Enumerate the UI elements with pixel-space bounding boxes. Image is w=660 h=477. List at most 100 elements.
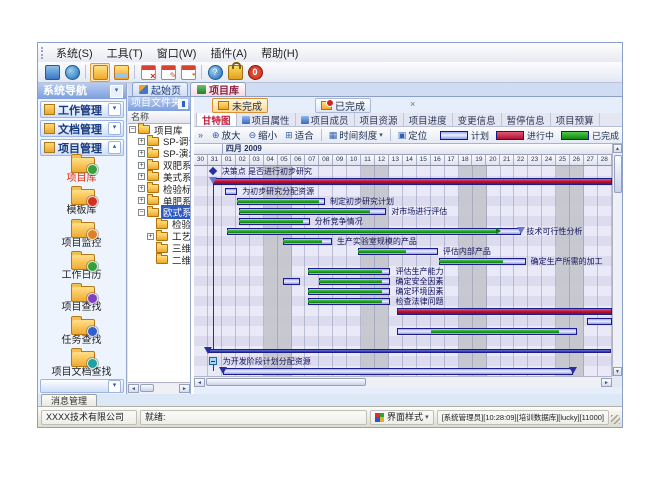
cal-x-button[interactable] (139, 64, 157, 81)
collapse-icon[interactable]: − (138, 209, 145, 216)
task-bar-7[interactable] (283, 238, 332, 245)
task-bar-15[interactable] (397, 308, 612, 315)
folder-open-button[interactable] (90, 63, 110, 82)
menu-item-2[interactable]: 窗口(W) (150, 44, 204, 62)
gantt-tab-暂停信息[interactable]: 暂停信息 (502, 113, 551, 126)
cal-edit-button[interactable] (159, 64, 177, 81)
task-bar-11[interactable] (283, 278, 300, 285)
gantt-tab-项目进度[interactable]: 项目进度 (404, 113, 453, 126)
sidebar-item-6[interactable]: 项目文档查找 (38, 347, 125, 378)
task-bar-10[interactable] (308, 268, 390, 275)
tree-item-0[interactable]: −项目库 (129, 124, 185, 135)
scroll-thumb[interactable] (614, 155, 622, 193)
sidebar-item-4[interactable]: 项目查找 (38, 282, 125, 313)
sidebar-item-0[interactable]: 项目库 (38, 153, 125, 184)
ui-style-selector[interactable]: 界面样式 ▾ (370, 410, 434, 425)
zoom-in-button[interactable]: ⊕放大 (208, 128, 245, 142)
cal-clock-button[interactable] (179, 64, 197, 81)
task-bar-16[interactable] (587, 318, 612, 325)
tree-item-5[interactable]: +检验标准 (138, 183, 190, 194)
menu-item-3[interactable]: 插件(A) (203, 44, 254, 62)
tree-item-8[interactable]: 检验文件 (147, 219, 190, 230)
sidebar-section-1[interactable]: 文档管理▾ (40, 120, 124, 137)
scroll-right-button[interactable]: ► (601, 378, 612, 387)
tree-item-2[interactable]: +SP-演示机系列 (138, 148, 190, 159)
task-bar-18[interactable] (208, 349, 611, 353)
task-bar-2[interactable] (225, 188, 238, 195)
expand-icon[interactable]: + (138, 138, 145, 145)
task-bar-13[interactable] (308, 288, 390, 295)
tab-项目库[interactable]: 项目库 (190, 82, 246, 96)
lock-button[interactable] (226, 64, 244, 81)
sidebar-collapse-button[interactable]: ▾ (110, 85, 123, 98)
task-bar-17[interactable] (397, 328, 577, 335)
tree-item-10[interactable]: 三维文件 (147, 243, 190, 254)
task-bar-12[interactable] (319, 278, 390, 285)
folder-button[interactable] (112, 64, 130, 81)
sidebar-item-3[interactable]: 工作日历 (38, 250, 125, 281)
task-bar-4[interactable] (239, 208, 387, 215)
tab-起始页[interactable]: 起始页 (132, 82, 188, 96)
monitor-button[interactable] (43, 64, 61, 81)
task-bar-14[interactable] (308, 298, 390, 305)
gantt-hscrollbar[interactable]: ◄► (194, 376, 612, 388)
chevron-down-icon[interactable]: ▾ (108, 122, 121, 135)
sidebar-item-1[interactable]: 模板库 (38, 185, 125, 216)
task-bar-5[interactable] (239, 218, 310, 225)
gantt-tab-项目成员[interactable]: 项目成员 (296, 113, 355, 126)
tree-item-11[interactable]: 二维文件 (147, 254, 190, 265)
scroll-left-button[interactable]: ◄ (194, 378, 205, 387)
expand-icon[interactable]: + (138, 162, 145, 169)
task-bar-3[interactable] (237, 198, 325, 205)
power-button[interactable]: 0 (246, 64, 264, 81)
timescale-button[interactable]: ▦时间刻度▾ (325, 128, 387, 142)
menu-item-0[interactable]: 系统(S) (49, 44, 100, 62)
scroll-right-button[interactable]: ► (179, 384, 190, 393)
filter-已完成[interactable]: 已完成 (315, 98, 371, 113)
tree-item-1[interactable]: +SP-调试机系列 (138, 136, 190, 147)
chevron-down-icon[interactable]: ▾ (108, 103, 121, 116)
tree-item-4[interactable]: +美式系列 (138, 171, 190, 182)
gantt-tab-项目属性[interactable]: 项目属性 (237, 113, 296, 126)
gantt-vscrollbar[interactable]: ▲▼ (612, 144, 622, 376)
tree-item-6[interactable]: +单肥系列 (138, 195, 190, 206)
expand-icon[interactable]: + (147, 233, 154, 240)
filter-未完成[interactable]: 未完成 (212, 98, 268, 113)
globe-button[interactable] (63, 64, 81, 81)
task-bar-20[interactable] (223, 368, 573, 375)
scroll-down-button[interactable]: ▼ (613, 367, 622, 376)
expand-icon[interactable]: + (138, 197, 145, 204)
resize-grip[interactable] (611, 415, 620, 424)
tree-hscrollbar[interactable]: ◄► (128, 382, 190, 394)
sidebar-section-0[interactable]: 工作管理▾ (40, 101, 124, 118)
expand-icon[interactable]: + (138, 185, 145, 192)
gantt-tab-项目预算[interactable]: 项目预算 (551, 113, 600, 126)
expand-icon[interactable]: + (138, 173, 145, 180)
scroll-left-button[interactable]: ◄ (128, 384, 139, 393)
pin-icon[interactable] (178, 99, 188, 109)
scroll-thumb[interactable] (140, 384, 154, 392)
scroll-thumb[interactable] (206, 378, 366, 386)
locate-button[interactable]: ▣定位 (394, 128, 432, 142)
toolbar-overflow-icon[interactable]: » (198, 130, 203, 140)
expand-icon[interactable]: + (138, 150, 145, 157)
tree-item-3[interactable]: +双肥系列 (138, 160, 190, 171)
sidebar-item-2[interactable]: 项目监控 (38, 218, 125, 249)
zoom-out-button[interactable]: ⊖缩小 (245, 128, 282, 142)
filter-close-icon[interactable]: × (410, 99, 415, 109)
tree-item-7[interactable]: −欧式系列 (138, 207, 190, 218)
sidebar-overflow-bar[interactable]: ▾ (40, 379, 124, 393)
fit-button[interactable]: ⊞适合 (281, 128, 318, 142)
tree-item-9[interactable]: +工艺文件 (147, 231, 190, 242)
help-button[interactable]: ? (206, 64, 224, 81)
collapse-icon[interactable]: − (129, 126, 136, 133)
task-bar-9[interactable] (439, 258, 525, 265)
sidebar-item-5[interactable]: 任务查找 (38, 315, 125, 346)
task-bar-1[interactable] (213, 178, 612, 185)
menu-item-4[interactable]: 帮助(H) (254, 44, 305, 62)
summary-collapse-icon[interactable] (209, 357, 217, 365)
gantt-tab-项目资源[interactable]: 项目资源 (355, 113, 404, 126)
task-bar-6[interactable] (227, 228, 521, 235)
gantt-tab-甘特图[interactable]: 甘特图 (196, 113, 237, 126)
menu-item-1[interactable]: 工具(T) (100, 44, 150, 62)
